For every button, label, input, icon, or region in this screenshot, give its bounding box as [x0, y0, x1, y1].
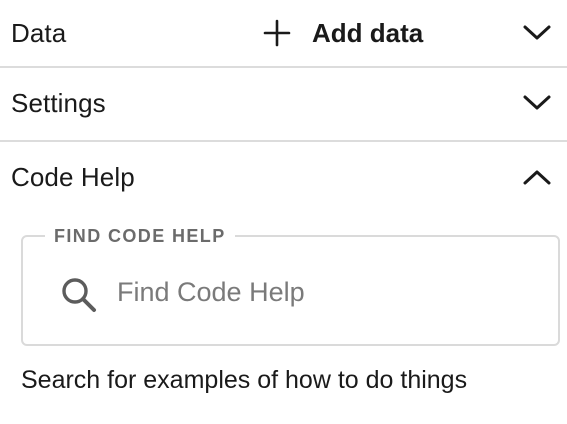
- code-help-section-header[interactable]: Code Help: [0, 144, 567, 210]
- find-code-help-input[interactable]: [117, 267, 537, 317]
- settings-section-title: Settings: [11, 87, 106, 118]
- plus-icon: [262, 18, 292, 48]
- code-help-hint: Search for examples of how to do things: [21, 366, 468, 394]
- chevron-up-icon[interactable]: [521, 161, 553, 193]
- find-code-help-field: FIND CODE HELP: [21, 224, 560, 346]
- add-data-label: Add data: [312, 17, 424, 48]
- add-data-button[interactable]: Add data: [262, 0, 423, 66]
- search-icon: [59, 275, 99, 315]
- divider: [0, 140, 567, 142]
- chevron-down-icon[interactable]: [521, 17, 553, 49]
- code-help-section-title: Code Help: [11, 161, 135, 192]
- find-code-help-legend: FIND CODE HELP: [45, 224, 235, 248]
- chevron-down-icon[interactable]: [521, 87, 553, 119]
- data-section-title: Data: [11, 17, 67, 48]
- divider: [0, 66, 567, 68]
- settings-section-header[interactable]: Settings: [0, 70, 567, 136]
